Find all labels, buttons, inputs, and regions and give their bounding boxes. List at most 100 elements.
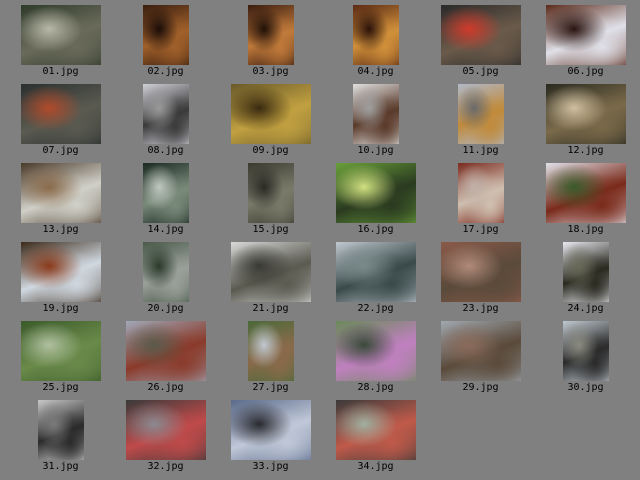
thumbnail-item[interactable]: 08.jpg — [113, 84, 218, 163]
thumbnail-caption: 03.jpg — [252, 66, 289, 77]
thumbnail-item[interactable]: 12.jpg — [533, 84, 638, 163]
thumbnail-item[interactable]: 29.jpg — [428, 321, 533, 400]
thumbnail-caption: 08.jpg — [147, 145, 184, 156]
thumbnail-caption: 27.jpg — [252, 382, 289, 393]
thumbnail-image[interactable] — [352, 84, 399, 144]
thumbnail-caption: 14.jpg — [147, 224, 184, 235]
thumbnail-item[interactable]: 34.jpg — [323, 400, 428, 479]
thumbnail-item[interactable]: 22.jpg — [323, 242, 428, 321]
thumbnail-caption: 05.jpg — [462, 66, 499, 77]
thumbnail-image[interactable] — [230, 400, 311, 460]
thumbnail-caption: 13.jpg — [42, 224, 79, 235]
thumbnail-grid: 01.jpg 02.jpg 03.jpg 04.jpg 05.jpg 06.jpg 07.j… — [0, 0, 640, 480]
thumbnail-item[interactable]: 15.jpg — [218, 163, 323, 242]
thumbnail-caption: 16.jpg — [357, 224, 394, 235]
thumbnail-item[interactable]: 32.jpg — [113, 400, 218, 479]
thumbnail-image[interactable] — [20, 242, 101, 302]
thumbnail-image[interactable] — [142, 5, 189, 65]
thumbnail-item[interactable]: 13.jpg — [8, 163, 113, 242]
thumbnail-image[interactable] — [440, 321, 521, 381]
thumbnail-image[interactable] — [37, 400, 84, 460]
thumbnail-caption: 07.jpg — [42, 145, 79, 156]
thumbnail-item[interactable]: 28.jpg — [323, 321, 428, 400]
thumbnail-caption: 25.jpg — [42, 382, 79, 393]
thumbnail-item[interactable]: 27.jpg — [218, 321, 323, 400]
thumbnail-image[interactable] — [20, 163, 101, 223]
thumbnail-item[interactable]: 10.jpg — [323, 84, 428, 163]
thumbnail-item[interactable]: 25.jpg — [8, 321, 113, 400]
thumbnail-image[interactable] — [142, 84, 189, 144]
thumbnail-caption: 22.jpg — [357, 303, 394, 314]
thumbnail-image[interactable] — [125, 321, 206, 381]
thumbnail-item[interactable]: 17.jpg — [428, 163, 533, 242]
thumbnail-image[interactable] — [335, 242, 416, 302]
thumbnail-caption: 17.jpg — [462, 224, 499, 235]
thumbnail-image[interactable] — [440, 5, 521, 65]
thumbnail-item[interactable]: 33.jpg — [218, 400, 323, 479]
thumbnail-caption: 02.jpg — [147, 66, 184, 77]
thumbnail-item[interactable]: 19.jpg — [8, 242, 113, 321]
thumbnail-image[interactable] — [20, 5, 101, 65]
thumbnail-image[interactable] — [142, 163, 189, 223]
thumbnail-item[interactable]: 09.jpg — [218, 84, 323, 163]
thumbnail-caption: 28.jpg — [357, 382, 394, 393]
thumbnail-item[interactable]: 06.jpg — [533, 5, 638, 84]
thumbnail-caption: 20.jpg — [147, 303, 184, 314]
thumbnail-caption: 04.jpg — [357, 66, 394, 77]
thumbnail-item[interactable]: 05.jpg — [428, 5, 533, 84]
thumbnail-item[interactable]: 23.jpg — [428, 242, 533, 321]
thumbnail-item[interactable]: 26.jpg — [113, 321, 218, 400]
thumbnail-image[interactable] — [440, 242, 521, 302]
thumbnail-image[interactable] — [335, 163, 416, 223]
thumbnail-image[interactable] — [335, 400, 416, 460]
thumbnail-item[interactable]: 31.jpg — [8, 400, 113, 479]
thumbnail-item[interactable]: 30.jpg — [533, 321, 638, 400]
thumbnail-item[interactable]: 07.jpg — [8, 84, 113, 163]
thumbnail-item[interactable]: 14.jpg — [113, 163, 218, 242]
thumbnail-image[interactable] — [230, 242, 311, 302]
thumbnail-image[interactable] — [352, 5, 399, 65]
thumbnail-caption: 06.jpg — [567, 66, 604, 77]
thumbnail-image[interactable] — [20, 84, 101, 144]
thumbnail-image[interactable] — [457, 84, 504, 144]
thumbnail-image[interactable] — [125, 400, 206, 460]
thumbnail-image[interactable] — [247, 5, 294, 65]
thumbnail-caption: 12.jpg — [567, 145, 604, 156]
thumbnail-image[interactable] — [562, 321, 609, 381]
thumbnail-image[interactable] — [545, 84, 626, 144]
thumbnail-image[interactable] — [545, 5, 626, 65]
thumbnail-image[interactable] — [247, 163, 294, 223]
thumbnail-image[interactable] — [247, 321, 294, 381]
thumbnail-item[interactable]: 04.jpg — [323, 5, 428, 84]
thumbnail-caption: 34.jpg — [357, 461, 394, 472]
thumbnail-image[interactable] — [142, 242, 189, 302]
thumbnail-caption: 32.jpg — [147, 461, 184, 472]
thumbnail-item[interactable]: 21.jpg — [218, 242, 323, 321]
thumbnail-item[interactable]: 24.jpg — [533, 242, 638, 321]
thumbnail-caption: 30.jpg — [567, 382, 604, 393]
thumbnail-caption: 10.jpg — [357, 145, 394, 156]
thumbnail-image[interactable] — [545, 163, 626, 223]
thumbnail-item[interactable]: 02.jpg — [113, 5, 218, 84]
thumbnail-caption: 15.jpg — [252, 224, 289, 235]
thumbnail-item[interactable]: 18.jpg — [533, 163, 638, 242]
thumbnail-item[interactable]: 11.jpg — [428, 84, 533, 163]
thumbnail-caption: 01.jpg — [42, 66, 79, 77]
thumbnail-caption: 11.jpg — [462, 145, 499, 156]
thumbnail-caption: 21.jpg — [252, 303, 289, 314]
thumbnail-image[interactable] — [230, 84, 311, 144]
thumbnail-caption: 23.jpg — [462, 303, 499, 314]
thumbnail-item[interactable]: 20.jpg — [113, 242, 218, 321]
thumbnail-caption: 18.jpg — [567, 224, 604, 235]
thumbnail-item[interactable]: 01.jpg — [8, 5, 113, 84]
thumbnail-caption: 31.jpg — [42, 461, 79, 472]
thumbnail-image[interactable] — [562, 242, 609, 302]
thumbnail-image[interactable] — [457, 163, 504, 223]
thumbnail-caption: 33.jpg — [252, 461, 289, 472]
thumbnail-item[interactable]: 03.jpg — [218, 5, 323, 84]
thumbnail-image[interactable] — [335, 321, 416, 381]
thumbnail-item[interactable]: 16.jpg — [323, 163, 428, 242]
thumbnail-caption: 09.jpg — [252, 145, 289, 156]
thumbnail-image[interactable] — [20, 321, 101, 381]
thumbnail-caption: 24.jpg — [567, 303, 604, 314]
